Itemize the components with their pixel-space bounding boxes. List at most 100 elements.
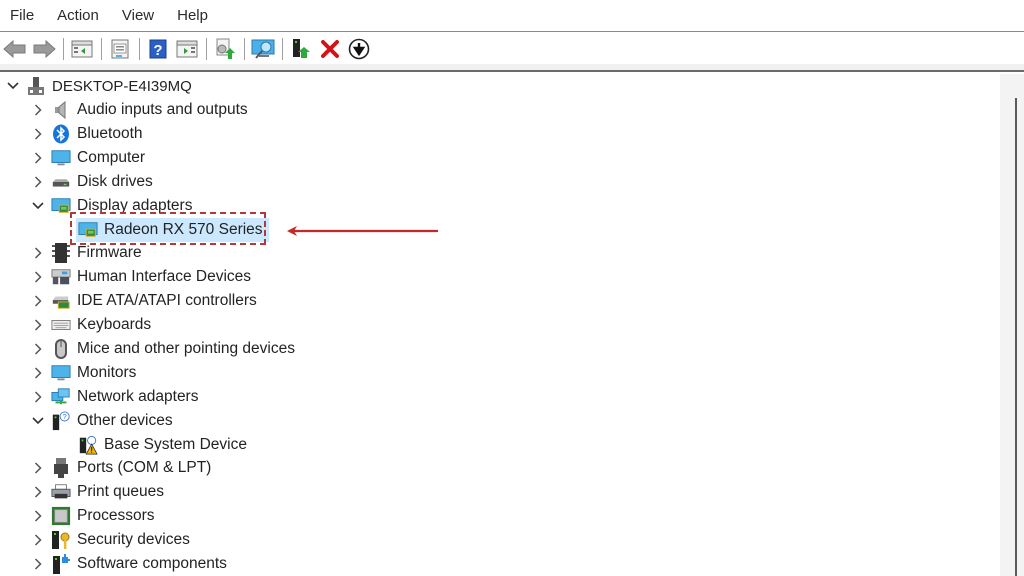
menu-help[interactable]: Help [173, 7, 219, 24]
chevron-right-icon[interactable] [31, 313, 45, 337]
computer-tower-icon [26, 76, 46, 96]
category-label: IDE ATA/ATAPI controllers [77, 292, 257, 309]
console-tree-icon [71, 40, 93, 57]
tree-category-item[interactable]: Human Interface Devices [31, 265, 251, 289]
scrollbar-thumb[interactable] [1015, 98, 1017, 576]
tree-category-item[interactable]: Disk drives [31, 170, 153, 194]
action-pane-button[interactable] [174, 36, 200, 62]
category-label: Ports (COM & LPT) [77, 459, 212, 476]
disable-device-button[interactable] [346, 36, 372, 62]
annotation-highlight-box [70, 212, 266, 245]
forward-button[interactable] [31, 36, 57, 62]
category-label: Print queues [77, 483, 165, 500]
menu-view[interactable]: View [118, 7, 165, 24]
vertical-scrollbar[interactable] [1000, 74, 1024, 576]
svg-text:?: ? [153, 42, 162, 59]
tree-category-item[interactable]: IDE ATA/ATAPI controllers [31, 289, 257, 313]
chevron-right-icon[interactable] [31, 480, 45, 504]
warning-device-icon [78, 435, 98, 455]
arrow-left-icon [3, 39, 26, 58]
security-icon [51, 530, 71, 550]
back-button[interactable] [2, 36, 28, 62]
toolbar-separator [244, 37, 245, 60]
processor-icon [51, 506, 71, 526]
chevron-right-icon[interactable] [31, 528, 45, 552]
toolbar-separator [282, 37, 283, 60]
tree-category-item[interactable]: Processors [31, 504, 155, 528]
display-adapter-icon [51, 196, 71, 216]
root-label: DESKTOP-E4I39MQ [52, 77, 192, 95]
category-label: Monitors [77, 364, 137, 381]
keyboard-icon [51, 315, 71, 335]
tree-category-item[interactable]: Monitors [31, 361, 136, 385]
chevron-right-icon[interactable] [31, 122, 45, 146]
tree-category-item[interactable]: Print queues [31, 480, 164, 504]
chevron-down-icon[interactable] [31, 409, 45, 433]
tree-category-item[interactable]: Network adapters [31, 385, 198, 409]
uninstall-device-button[interactable] [317, 36, 343, 62]
unknown-device-icon: ? [51, 411, 71, 431]
console-tree-button[interactable] [69, 36, 95, 62]
properties-icon [111, 39, 129, 58]
toolbar-separator [206, 37, 207, 60]
properties-button[interactable] [107, 36, 133, 62]
category-label: Audio inputs and outputs [77, 101, 248, 118]
chevron-right-icon[interactable] [31, 170, 45, 194]
category-label: Processors [77, 507, 155, 524]
tree-category-item[interactable]: Audio inputs and outputs [31, 98, 248, 122]
tree-device-item[interactable]: Base System Device [76, 433, 247, 457]
tree-category-item[interactable]: Keyboards [31, 313, 151, 337]
category-label: Mice and other pointing devices [77, 340, 295, 357]
toolbar-separator [101, 37, 102, 60]
update-driver-button[interactable] [212, 36, 238, 62]
enable-device-button[interactable] [288, 36, 314, 62]
toolbar-separator [139, 37, 140, 60]
chevron-right-icon[interactable] [31, 289, 45, 313]
help-button[interactable]: ? [145, 36, 171, 62]
port-icon [51, 458, 71, 478]
tree-category-item[interactable]: ? Other devices [31, 409, 173, 433]
scan-hardware-button[interactable] [250, 36, 276, 62]
chevron-down-icon[interactable] [6, 74, 20, 98]
chevron-right-icon[interactable] [31, 361, 45, 385]
computer-icon [51, 148, 71, 168]
category-label: Security devices [77, 531, 190, 548]
tree-category-item[interactable]: Security devices [31, 528, 190, 552]
chevron-right-icon[interactable] [31, 504, 45, 528]
chevron-right-icon[interactable] [31, 146, 45, 170]
category-label: Other devices [77, 412, 173, 429]
chevron-right-icon[interactable] [31, 337, 45, 361]
category-label: Bluetooth [77, 125, 143, 142]
menu-action[interactable]: Action [53, 7, 110, 24]
category-label: Keyboards [77, 316, 152, 333]
menu-file[interactable]: File [6, 7, 45, 24]
tree-category-item[interactable]: Bluetooth [31, 122, 143, 146]
arrow-right-icon [33, 39, 56, 58]
enable-device-icon [293, 38, 310, 58]
chevron-right-icon[interactable] [31, 241, 45, 265]
action-pane-icon [176, 40, 198, 57]
tree-category-item[interactable]: Computer [31, 146, 145, 170]
category-label: Firmware [77, 244, 142, 261]
toolbar-separator [63, 37, 64, 60]
annotation-arrow-icon [287, 226, 438, 236]
chevron-right-icon[interactable] [31, 552, 45, 576]
mouse-icon [51, 339, 71, 359]
toolbar: ? [0, 33, 1024, 64]
chevron-right-icon[interactable] [31, 456, 45, 480]
tree-category-item[interactable]: Ports (COM & LPT) [31, 456, 211, 480]
chevron-right-icon[interactable] [31, 265, 45, 289]
chevron-down-icon[interactable] [31, 194, 45, 218]
category-label: Software components [77, 555, 227, 572]
chevron-right-icon[interactable] [31, 98, 45, 122]
scan-hardware-icon [251, 39, 275, 59]
software-component-icon [51, 554, 71, 574]
help-icon: ? [149, 39, 167, 59]
tree-category-item[interactable]: Mice and other pointing devices [31, 337, 295, 361]
chevron-right-icon[interactable] [31, 385, 45, 409]
monitor-icon [51, 363, 71, 383]
tree-category-item[interactable]: Software components [31, 552, 227, 576]
menu-bar: File Action View Help [0, 0, 1024, 32]
category-label: Network adapters [77, 388, 199, 405]
tree-root-item[interactable]: DESKTOP-E4I39MQ [6, 74, 192, 98]
